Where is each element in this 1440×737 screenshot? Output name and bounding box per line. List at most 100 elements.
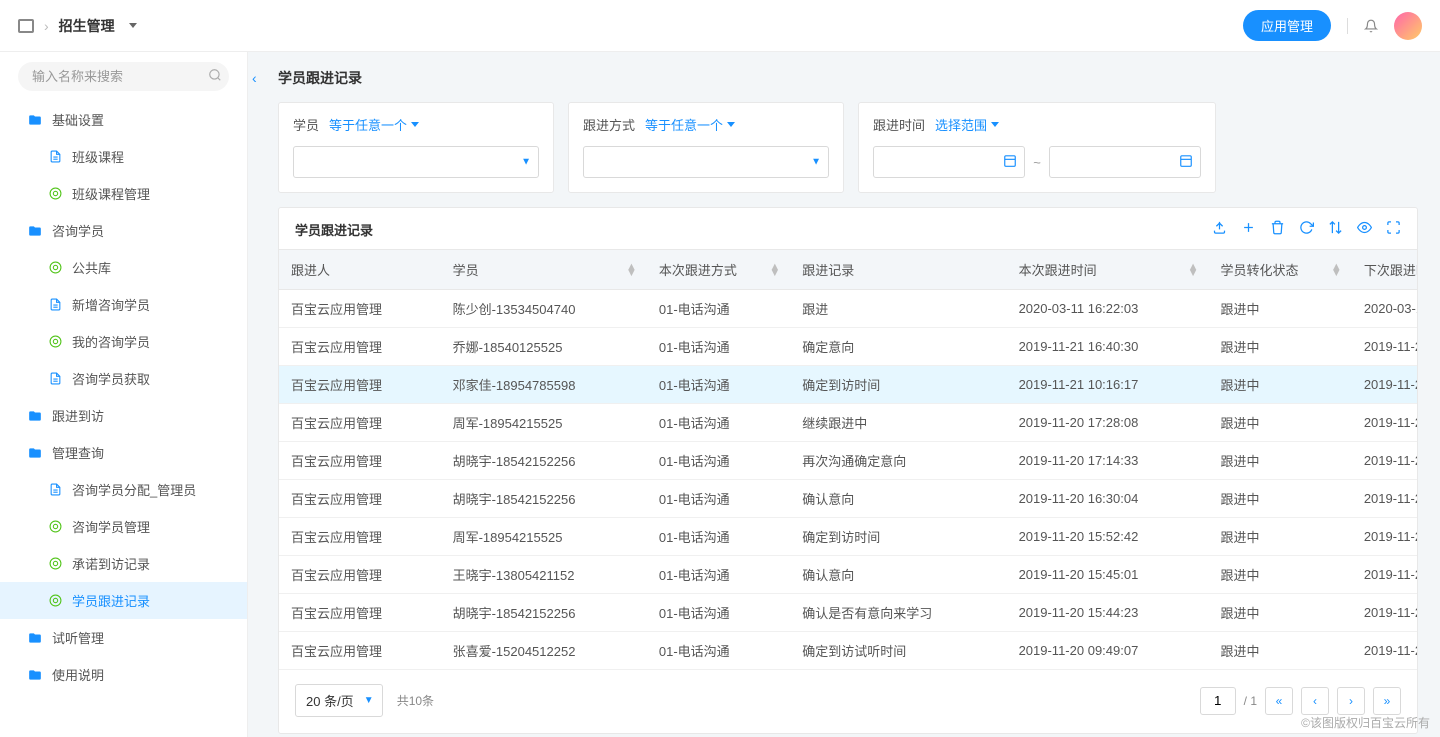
table-cell: 百宝云应用管理 xyxy=(279,518,441,556)
eye-icon[interactable] xyxy=(1357,220,1372,239)
folder-icon xyxy=(28,631,42,645)
sidebar-item[interactable]: 跟进到访 xyxy=(0,397,247,434)
search-input-wrap[interactable] xyxy=(18,62,229,91)
filter-operator[interactable]: 等于任意一个 xyxy=(645,115,735,134)
filter-operator[interactable]: 等于任意一个 xyxy=(329,115,419,134)
sidebar-item-label: 班级课程管理 xyxy=(72,184,150,203)
target-icon xyxy=(48,557,62,570)
sidebar-item[interactable]: 承诺到访记录 xyxy=(0,545,247,582)
table-cell: 01-电话沟通 xyxy=(647,442,790,480)
dropdown-icon[interactable]: ▼ xyxy=(521,157,531,168)
col-student[interactable]: 学员▲▼ xyxy=(441,250,647,290)
breadcrumb-separator: › xyxy=(44,18,49,34)
last-page-button[interactable]: » xyxy=(1373,687,1401,715)
first-page-button[interactable]: « xyxy=(1265,687,1293,715)
trash-icon[interactable] xyxy=(1270,220,1285,239)
sidebar-item[interactable]: 咨询学员获取 xyxy=(0,360,247,397)
table-cell: 确定到访试听时间 xyxy=(790,632,1006,670)
table-cell: 2019-11-21 16:40:30 xyxy=(1007,328,1209,366)
table-row[interactable]: 百宝云应用管理周军-1895421552501-电话沟通确定到访时间2019-1… xyxy=(279,518,1417,556)
range-separator: ~ xyxy=(1033,155,1041,170)
chevron-down-icon[interactable] xyxy=(129,23,137,28)
table-cell: 01-电话沟通 xyxy=(647,632,790,670)
table-cell: 确定意向 xyxy=(790,328,1006,366)
table-cell: 01-电话沟通 xyxy=(647,556,790,594)
table-row[interactable]: 百宝云应用管理邓家佳-1895478559801-电话沟通确定到访时间2019-… xyxy=(279,366,1417,404)
table-cell: 2019-11-20 17:14:33 xyxy=(1007,442,1209,480)
export-icon[interactable] xyxy=(1212,220,1227,239)
app-manage-button[interactable]: 应用管理 xyxy=(1243,10,1331,41)
search-icon[interactable] xyxy=(208,68,222,85)
sidebar-item[interactable]: 使用说明 xyxy=(0,656,247,693)
table-cell: 01-电话沟通 xyxy=(647,518,790,556)
sidebar-item[interactable]: 咨询学员 xyxy=(0,212,247,249)
table-row[interactable]: 百宝云应用管理胡晓宇-1854215225601-电话沟通确认是否有意向来学习2… xyxy=(279,594,1417,632)
avatar[interactable] xyxy=(1394,12,1422,40)
table-cell: 确定到访时间 xyxy=(790,366,1006,404)
table-cell: 01-电话沟通 xyxy=(647,594,790,632)
filter-operator[interactable]: 选择范围 xyxy=(935,115,999,134)
dropdown-icon[interactable]: ▼ xyxy=(811,157,821,168)
prev-page-button[interactable]: ‹ xyxy=(1301,687,1329,715)
table-row[interactable]: 百宝云应用管理王晓宇-1380542115201-电话沟通确认意向2019-11… xyxy=(279,556,1417,594)
sidebar-item[interactable]: 管理查询 xyxy=(0,434,247,471)
sidebar-item[interactable]: 班级课程管理 xyxy=(0,175,247,212)
sidebar-item-label: 基础设置 xyxy=(52,110,104,129)
sort-icon[interactable] xyxy=(1328,220,1343,239)
table-row[interactable]: 百宝云应用管理胡晓宇-1854215225601-电话沟通再次沟通确定意向201… xyxy=(279,442,1417,480)
table-cell: 百宝云应用管理 xyxy=(279,404,441,442)
table-row[interactable]: 百宝云应用管理乔娜-1854012552501-电话沟通确定意向2019-11-… xyxy=(279,328,1417,366)
folder-icon xyxy=(28,409,42,423)
sidebar-item[interactable]: 基础设置 xyxy=(0,101,247,138)
collapse-sidebar-button[interactable]: ‹ xyxy=(252,70,257,86)
page-input[interactable] xyxy=(1200,687,1236,715)
expand-icon[interactable] xyxy=(1386,220,1401,239)
sidebar-item[interactable]: 学员跟进记录 xyxy=(0,582,247,619)
table-row[interactable]: 百宝云应用管理胡晓宇-1854215225601-电话沟通确认意向2019-11… xyxy=(279,480,1417,518)
col-time[interactable]: 本次跟进时间▲▼ xyxy=(1007,250,1209,290)
sidebar-item[interactable]: 我的咨询学员 xyxy=(0,323,247,360)
page-size-select[interactable]: 20 条/页▼ xyxy=(295,684,383,717)
sidebar-item-label: 使用说明 xyxy=(52,665,104,684)
col-next[interactable]: 下次跟进时 xyxy=(1352,250,1417,290)
sidebar-item[interactable]: 公共库 xyxy=(0,249,247,286)
calendar-icon[interactable] xyxy=(1179,154,1193,171)
filter-student-input[interactable] xyxy=(293,146,539,178)
sidebar-item[interactable]: 新增咨询学员 xyxy=(0,286,247,323)
table-cell: 周军-18954215525 xyxy=(441,404,647,442)
total-count: 共10条 xyxy=(397,692,434,709)
table-row[interactable]: 百宝云应用管理张喜爱-1520451225201-电话沟通确定到访试听时间201… xyxy=(279,632,1417,670)
table-row[interactable]: 百宝云应用管理周军-1895421552501-电话沟通继续跟进中2019-11… xyxy=(279,404,1417,442)
doc-icon xyxy=(48,150,62,163)
table-cell: 跟进中 xyxy=(1209,290,1352,328)
page-total: / 1 xyxy=(1244,694,1257,708)
sidebar-item[interactable]: 咨询学员管理 xyxy=(0,508,247,545)
sidebar-item-label: 公共库 xyxy=(72,258,111,277)
breadcrumb-title[interactable]: 招生管理 xyxy=(59,16,115,36)
col-record[interactable]: 跟进记录 xyxy=(790,250,1006,290)
refresh-icon[interactable] xyxy=(1299,220,1314,239)
col-follower[interactable]: 跟进人 xyxy=(279,250,441,290)
col-status[interactable]: 学员转化状态▲▼ xyxy=(1209,250,1352,290)
filter-method-input[interactable] xyxy=(583,146,829,178)
table-cell: 跟进中 xyxy=(1209,632,1352,670)
table-cell: 乔娜-18540125525 xyxy=(441,328,647,366)
table-cell: 胡晓宇-18542152256 xyxy=(441,594,647,632)
table-cell: 确认意向 xyxy=(790,480,1006,518)
next-page-button[interactable]: › xyxy=(1337,687,1365,715)
calendar-icon[interactable] xyxy=(1003,154,1017,171)
sidebar-item[interactable]: 班级课程 xyxy=(0,138,247,175)
plus-icon[interactable] xyxy=(1241,220,1256,239)
folder-icon xyxy=(28,668,42,682)
monitor-icon[interactable] xyxy=(18,19,34,33)
bell-icon[interactable] xyxy=(1364,18,1378,34)
search-input[interactable] xyxy=(32,69,208,84)
table-row[interactable]: 百宝云应用管理陈少创-1353450474001-电话沟通跟进2020-03-1… xyxy=(279,290,1417,328)
col-method[interactable]: 本次跟进方式▲▼ xyxy=(647,250,790,290)
top-bar: › 招生管理 应用管理 xyxy=(0,0,1440,52)
sidebar-item[interactable]: 试听管理 xyxy=(0,619,247,656)
table-cell: 跟进中 xyxy=(1209,594,1352,632)
copyright: ©该图版权归百宝云所有 xyxy=(1301,714,1430,731)
table-cell: 跟进中 xyxy=(1209,366,1352,404)
sidebar-item[interactable]: 咨询学员分配_管理员 xyxy=(0,471,247,508)
